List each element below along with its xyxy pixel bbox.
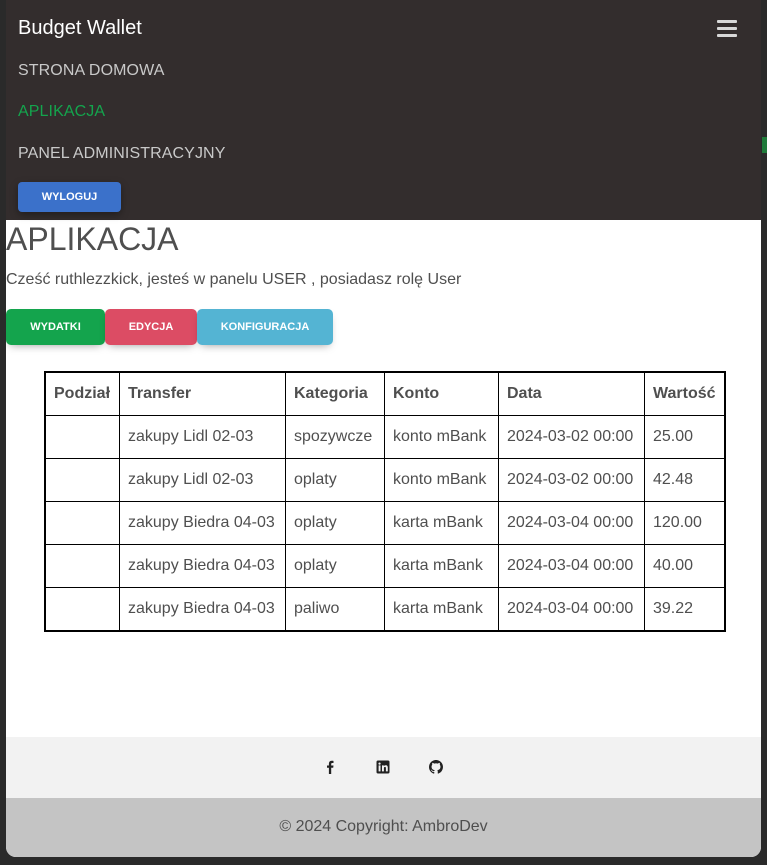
- cell-date: 2024-03-02 00:00: [498, 415, 645, 459]
- cell-category: oplaty: [285, 458, 385, 502]
- background-window-edge: [762, 137, 767, 153]
- cell-account: karta mBank: [384, 501, 499, 545]
- cell-date: 2024-03-04 00:00: [498, 587, 645, 632]
- cell-value: 42.48: [643, 458, 726, 502]
- hamburger-menu-icon[interactable]: [717, 20, 737, 37]
- cell-split: [44, 458, 120, 502]
- table-row[interactable]: zakupy Biedra 04-03 paliwo karta mBank 2…: [44, 587, 726, 632]
- cell-split: [44, 415, 120, 459]
- table-row[interactable]: zakupy Lidl 02-03 oplaty konto mBank 202…: [44, 458, 726, 502]
- cell-category: oplaty: [285, 544, 385, 588]
- table-row[interactable]: zakupy Biedra 04-03 oplaty karta mBank 2…: [44, 501, 726, 545]
- cell-category: oplaty: [285, 501, 385, 545]
- cell-value: 39.22: [643, 587, 726, 632]
- cell-split: [44, 544, 120, 588]
- linkedin-icon[interactable]: [376, 760, 390, 774]
- app-window: Budget Wallet STRONA DOMOWA APLIKACJA PA…: [6, 0, 761, 857]
- cell-split: [44, 587, 120, 632]
- cell-value: 25.00: [643, 415, 726, 459]
- column-header-date: Data: [498, 371, 645, 416]
- cell-transfer: zakupy Lidl 02-03: [119, 415, 286, 459]
- column-header-account: Konto: [384, 371, 499, 416]
- nav-link-app[interactable]: APLIKACJA: [18, 103, 105, 121]
- cell-transfer: zakupy Biedra 04-03: [119, 587, 286, 632]
- facebook-icon[interactable]: [323, 760, 337, 774]
- cell-transfer: zakupy Biedra 04-03: [119, 544, 286, 588]
- cell-category: spozywcze: [285, 415, 385, 459]
- cell-category: paliwo: [285, 587, 385, 632]
- cell-account: karta mBank: [384, 587, 499, 632]
- table-header-row: Podział Transfer Kategoria Konto Data Wa…: [44, 371, 726, 416]
- nav-link-home[interactable]: STRONA DOMOWA: [18, 62, 165, 80]
- cell-account: konto mBank: [384, 458, 499, 502]
- copyright-text: © 2024 Copyright: AmbroDev: [6, 798, 761, 857]
- nav-link-admin[interactable]: PANEL ADMINISTRACYJNY: [18, 145, 225, 163]
- table-row[interactable]: zakupy Biedra 04-03 oplaty karta mBank 2…: [44, 544, 726, 588]
- column-header-transfer: Transfer: [119, 371, 286, 416]
- github-icon[interactable]: [429, 760, 443, 774]
- table-row[interactable]: zakupy Lidl 02-03 spozywcze konto mBank …: [44, 415, 726, 459]
- logout-button[interactable]: WYLOGUJ: [18, 182, 121, 212]
- navbar: Budget Wallet STRONA DOMOWA APLIKACJA PA…: [6, 0, 761, 220]
- cell-account: konto mBank: [384, 415, 499, 459]
- cell-date: 2024-03-02 00:00: [498, 458, 645, 502]
- tab-config-button[interactable]: KONFIGURACJA: [197, 309, 333, 345]
- cell-account: karta mBank: [384, 544, 499, 588]
- cell-value: 120.00: [643, 501, 726, 545]
- cell-date: 2024-03-04 00:00: [498, 501, 645, 545]
- social-footer: [6, 737, 761, 798]
- tab-expenses-button[interactable]: WYDATKI: [6, 309, 105, 345]
- cell-transfer: zakupy Biedra 04-03: [119, 501, 286, 545]
- column-header-category: Kategoria: [285, 371, 385, 416]
- transactions-table: Podział Transfer Kategoria Konto Data Wa…: [44, 371, 726, 632]
- cell-split: [44, 501, 120, 545]
- cell-transfer: zakupy Lidl 02-03: [119, 458, 286, 502]
- cell-date: 2024-03-04 00:00: [498, 544, 645, 588]
- column-header-split: Podział: [44, 371, 120, 416]
- brand-title[interactable]: Budget Wallet: [18, 17, 142, 40]
- page-title: APLIKACJA: [6, 221, 179, 257]
- column-header-value: Wartość: [643, 371, 726, 416]
- greeting-text: Cześć ruthlezzkick, jesteś w panelu USER…: [6, 271, 462, 288]
- cell-value: 40.00: [643, 544, 726, 588]
- tab-edit-button[interactable]: EDYCJA: [105, 309, 197, 345]
